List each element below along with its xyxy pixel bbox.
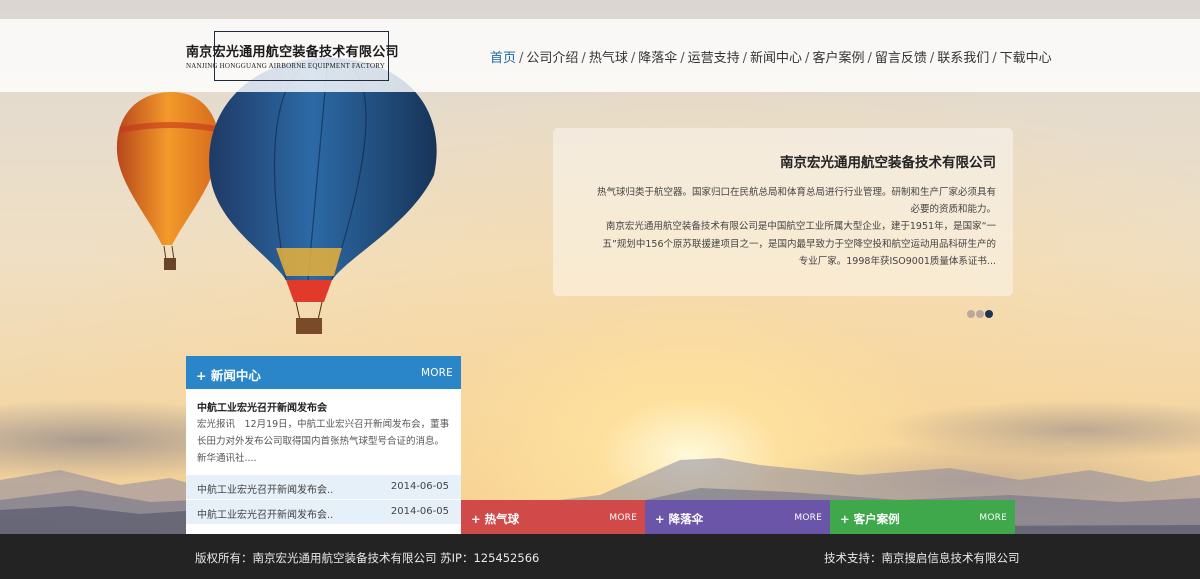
news-list-item[interactable]: 中航工业宏光召开新闻发布会.. 2014-06-05	[186, 500, 461, 524]
parachute-tile[interactable]: + 降落伞 MORE	[645, 500, 830, 534]
slider-pagination	[967, 310, 994, 329]
nav-item-hot-air-balloon[interactable]: 热气球	[589, 51, 628, 66]
nav-item-cases[interactable]: 客户案例	[812, 51, 864, 66]
nav-separator: /	[742, 51, 748, 66]
nav-separator: /	[867, 51, 872, 66]
logo-chinese-name: 南京宏光通用航空装备技术有限公司	[186, 45, 399, 60]
nav-item-parachute[interactable]: 降落伞	[638, 51, 677, 66]
news-item-date: 2014-06-05	[390, 481, 449, 492]
site-footer: 版权所有：南京宏光通用航空装备技术有限公司 苏IP：125452566 技术支持…	[0, 534, 1200, 579]
customer-cases-tile-title[interactable]: + 客户案例	[840, 511, 900, 527]
news-center-title[interactable]: + 新闻中心	[196, 365, 261, 384]
news-more-link[interactable]: MORE	[421, 367, 453, 379]
customer-cases-more-link[interactable]: MORE	[979, 513, 1007, 523]
nav-separator: /	[805, 51, 810, 66]
news-item-date: 2014-06-05	[390, 506, 449, 517]
news-feature-title[interactable]: 中航工业宏光召开新闻发布会	[197, 399, 327, 414]
parachute-more-link[interactable]: MORE	[794, 513, 822, 523]
company-logo[interactable]: 南京宏光通用航空装备技术有限公司 Nanjing Hongguang Airbo…	[184, 31, 399, 81]
footer-tech-support: 技术支持：南京搜启信息技术有限公司	[824, 551, 1020, 565]
nav-item-news[interactable]: 新闻中心	[750, 51, 802, 66]
nav-separator: /	[519, 51, 524, 66]
news-item-title[interactable]: 中航工业宏光召开新闻发布会..	[197, 481, 333, 496]
slider-dot-3-active[interactable]	[985, 310, 993, 318]
news-item-title[interactable]: 中航工业宏光召开新闻发布会..	[197, 506, 333, 521]
nav-item-about[interactable]: 公司介绍	[526, 51, 578, 66]
nav-item-contact[interactable]: 联系我们	[937, 51, 989, 66]
slider-dot-2[interactable]	[976, 310, 984, 318]
main-navigation: 首页 / 公司介绍 / 热气球 / 降落伞 / 运营支持 / 新闻中心 / 客户案例 / 留言反馈 / 联系我们…	[490, 47, 1052, 66]
intro-text: 热气球归类于航空器。国家归口在民航总局和体育总局进行行业管理。研制和生产厂家必须…	[593, 184, 996, 270]
nav-item-downloads[interactable]: 下载中心	[1000, 51, 1052, 66]
intro-paragraph-2: 南京宏光通用航空装备技术有限公司是中国航空工业所属大型企业，建于1951年，是国…	[602, 221, 996, 267]
news-center-box: + 新闻中心 MORE 中航工业宏光召开新闻发布会 宏光报讯 12月19日，中航…	[186, 356, 461, 534]
nav-item-feedback[interactable]: 留言反馈	[875, 51, 927, 66]
hot-air-balloon-more-link[interactable]: MORE	[609, 513, 637, 523]
site-header: 南京宏光通用航空装备技术有限公司 Nanjing Hongguang Airbo…	[0, 19, 1200, 92]
news-list-item[interactable]: 中航工业宏光召开新闻发布会.. 2014-06-05	[186, 475, 461, 499]
news-center-header: + 新闻中心 MORE	[186, 356, 461, 389]
company-intro-panel: 南京宏光通用航空装备技术有限公司 热气球归类于航空器。国家归口在民航总局和体育总…	[553, 128, 1013, 296]
nav-item-home[interactable]: 首页	[490, 51, 516, 66]
nav-separator: /	[680, 51, 685, 66]
hot-air-balloon-tile-title[interactable]: + 热气球	[471, 511, 519, 527]
customer-cases-tile[interactable]: + 客户案例 MORE	[830, 500, 1015, 534]
nav-item-operations-support[interactable]: 运营支持	[688, 51, 740, 66]
nav-separator: /	[929, 51, 935, 66]
intro-title: 南京宏光通用航空装备技术有限公司	[780, 155, 996, 171]
intro-paragraph-1: 热气球归类于航空器。国家归口在民航总局和体育总局进行行业管理。研制和生产厂家必须…	[596, 187, 996, 216]
nav-separator: /	[992, 51, 997, 66]
logo-english-name: Nanjing Hongguang Airborne Equipment Fac…	[186, 62, 385, 70]
hot-air-balloon-tile[interactable]: + 热气球 MORE	[461, 500, 645, 534]
footer-copyright: 版权所有：南京宏光通用航空装备技术有限公司 苏IP：125452566	[195, 551, 540, 565]
parachute-tile-title[interactable]: + 降落伞	[655, 511, 703, 527]
nav-separator: /	[581, 51, 586, 66]
slider-dot-1[interactable]	[967, 310, 975, 318]
nav-separator: /	[630, 51, 636, 66]
news-feature-summary: 宏光报讯 12月19日，中航工业宏兴召开新闻发布会，董事长田力对外发布公司取得国…	[197, 419, 450, 464]
